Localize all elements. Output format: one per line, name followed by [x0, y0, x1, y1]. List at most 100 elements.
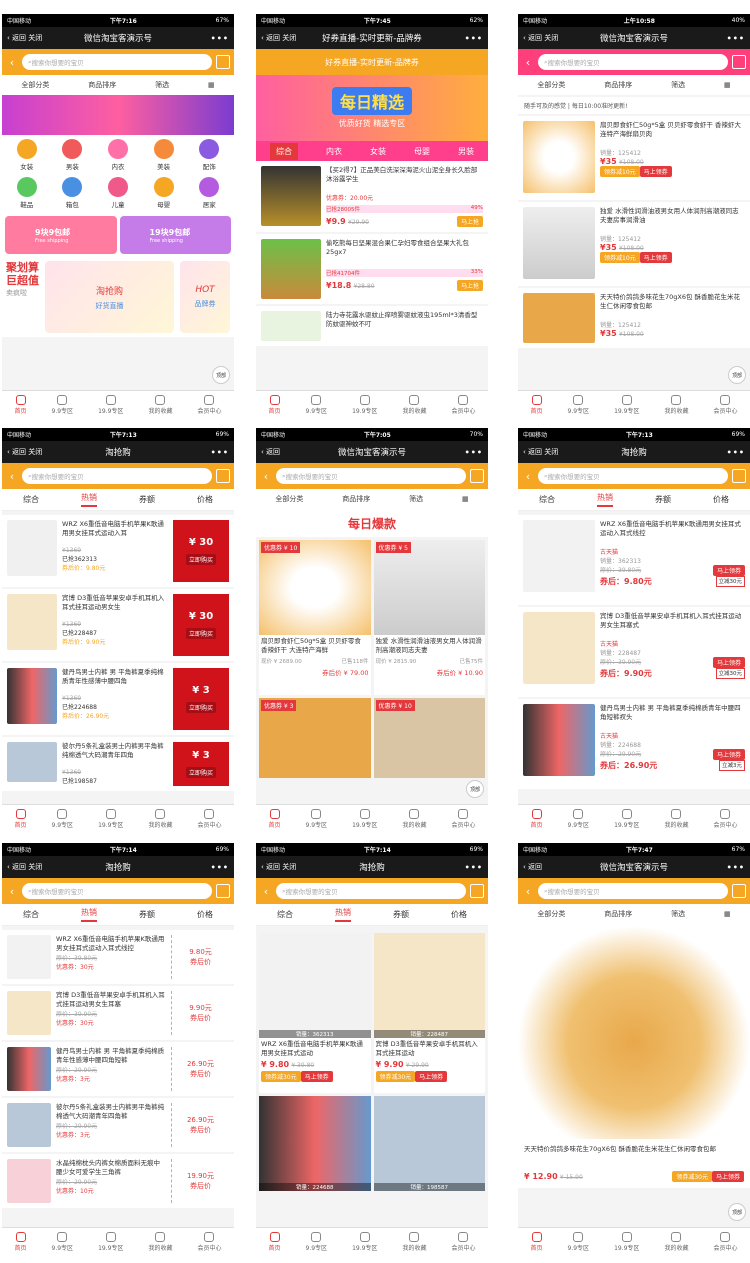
tab-all[interactable]: 综合	[23, 494, 39, 505]
banner[interactable]	[2, 95, 234, 135]
filter-screen[interactable]: 筛选	[671, 909, 685, 919]
category-item[interactable]: 配饰	[186, 139, 232, 171]
nav-19-9[interactable]: 19.9专区	[98, 1231, 123, 1252]
home-icon[interactable]	[732, 884, 746, 898]
close-button[interactable]: 关闭	[28, 34, 42, 42]
category-item[interactable]: 儿童	[95, 177, 141, 209]
home-icon[interactable]	[470, 884, 484, 898]
coupon-button[interactable]: 领券减30元	[375, 1071, 416, 1082]
category-item[interactable]: 女装	[4, 139, 50, 171]
home-icon[interactable]	[216, 884, 230, 898]
get-coupon-button[interactable]: 马上领券	[300, 1071, 333, 1082]
back-arrow-icon[interactable]: ‹	[522, 470, 534, 483]
product-card[interactable]: 销量：198587	[373, 1096, 485, 1191]
product-card[interactable]: 销量：228487 宾博 D3重低音苹果安卓手机耳机入耳式挂耳运动 ¥ 9.90 ¥…	[373, 933, 485, 1093]
product-card[interactable]: 销量：362313 WRZ X6重低音电脑手机苹果K歌通用男女挂耳式运动 ¥ 9.8…	[259, 933, 371, 1093]
search-input[interactable]: ⌕ 搜索你想要的宝贝	[538, 54, 728, 70]
home-icon[interactable]	[470, 469, 484, 483]
tab-price[interactable]: 价格	[713, 494, 729, 505]
search-input[interactable]: ⌕ 搜索你想要的宝贝	[538, 468, 728, 484]
nav-favorites[interactable]: 我的收藏	[402, 808, 426, 829]
product-card[interactable]: 优惠券 ¥ 10 扇贝即食虾仁50g*5盒 贝贝虾零食 香辣虾干 大连特产海鲜 现价…	[259, 540, 371, 695]
tab-women[interactable]: 女装	[370, 146, 386, 157]
nav-member[interactable]: 会员中心	[451, 1231, 475, 1252]
product-row[interactable]: WRZ X6重低音电脑手机苹果K歌通用男女挂耳式运动入耳 ¥1369 已抢36231…	[2, 515, 234, 587]
get-coupon-button[interactable]: 马上领券	[712, 565, 745, 576]
video-thumbnail[interactable]	[523, 121, 595, 193]
nav-19-9[interactable]: 19.9专区	[98, 808, 123, 829]
back-button[interactable]: ‹ 返回 关闭	[523, 33, 558, 43]
back-arrow-icon[interactable]: ‹	[522, 56, 534, 69]
tab-price[interactable]: 价格	[197, 494, 213, 505]
nav-19-9[interactable]: 19.9专区	[614, 808, 639, 829]
promo-9-9[interactable]: 9块9包邮 Free shipping	[5, 216, 117, 254]
back-button[interactable]: ‹ 返回 关闭	[7, 33, 42, 43]
more-menu-button[interactable]: •••	[211, 34, 229, 43]
nav-favorites[interactable]: 我的收藏	[664, 394, 688, 415]
filter-category[interactable]: 全部分类	[537, 909, 565, 919]
nav-home[interactable]: 首页	[269, 394, 281, 415]
nav-9-9[interactable]: 9.9专区	[306, 1231, 327, 1252]
tab-coupon[interactable]: 券额	[655, 494, 671, 505]
after-coupon-box[interactable]: 26.90元 券后价	[171, 1047, 229, 1091]
tab-hot[interactable]: 热销	[597, 492, 613, 507]
nav-9-9[interactable]: 9.9专区	[568, 808, 589, 829]
get-coupon-button[interactable]: 马上领券	[711, 1171, 744, 1182]
category-item[interactable]: 内衣	[95, 139, 141, 171]
filter-sort[interactable]: 商品排序	[604, 80, 632, 90]
nav-member[interactable]: 会员中心	[451, 394, 475, 415]
home-icon[interactable]	[732, 55, 746, 69]
product-row[interactable]: 宾博 D3重低音苹果安卓手机耳机入耳式挂耳运动男女生耳塞式 古天猫 销量：22848…	[518, 607, 750, 697]
tab-men[interactable]: 男装	[458, 146, 474, 157]
more-menu-button[interactable]: •••	[465, 448, 483, 457]
back-button[interactable]: ‹ 返回	[523, 862, 542, 872]
nav-9-9[interactable]: 9.9专区	[568, 1231, 589, 1252]
after-coupon-box[interactable]: 19.90元 券后价	[171, 1159, 229, 1203]
back-button[interactable]: ‹ 返回 关闭	[7, 862, 42, 872]
nav-19-9[interactable]: 19.9专区	[614, 394, 639, 415]
back-arrow-icon[interactable]: ‹	[6, 56, 18, 69]
grid-view-icon[interactable]: ▦	[462, 495, 469, 503]
tab-all[interactable]: 综合	[277, 909, 293, 920]
more-menu-button[interactable]: •••	[465, 863, 483, 872]
filter-screen[interactable]: 筛选	[671, 80, 685, 90]
nav-home[interactable]: 首页	[531, 394, 543, 415]
nav-favorites[interactable]: 我的收藏	[402, 394, 426, 415]
tab-coupon[interactable]: 券额	[139, 494, 155, 505]
nav-favorites[interactable]: 我的收藏	[664, 1231, 688, 1252]
buy-now-button[interactable]: 立即购买	[185, 702, 216, 713]
nav-19-9[interactable]: 19.9专区	[98, 394, 123, 415]
filter-category[interactable]: 全部分类	[21, 80, 49, 90]
category-item[interactable]: 箱包	[50, 177, 96, 209]
grab-button[interactable]: 马上抢	[456, 280, 483, 291]
back-button[interactable]: ‹ 返回 关闭	[7, 447, 42, 457]
product-row[interactable]: 健丹鸟男士内裤 男 平角裤夏季纯棉质青年性感薄中腰四角短裤 原价：29.90元 优惠…	[2, 1042, 234, 1096]
product-row[interactable]: 彼尔丹5条礼盒装男士内裤男平角裤纯棉透气大码潮青年四角 ¥1369 已抢198587…	[2, 737, 234, 791]
category-item[interactable]: 鞋品	[4, 177, 50, 209]
nav-home[interactable]: 首页	[531, 808, 543, 829]
home-icon[interactable]	[732, 469, 746, 483]
product-row[interactable]: 偷吃熊每日坚果混合果仁孕妇零食组合坚果大礼包25gx7 已抢41704件 33% ¥1…	[256, 234, 488, 304]
nav-9-9[interactable]: 9.9专区	[52, 808, 73, 829]
back-to-top-button[interactable]: 顶部	[728, 1203, 746, 1221]
tab-coupon[interactable]: 券额	[139, 909, 155, 920]
daily-picks-banner[interactable]: 每日精选 优质好货 精选专区	[256, 75, 488, 141]
product-row[interactable]: 健丹鸟男士内裤 男 平角裤夏季纯棉质青年性感薄中腰四角 ¥1369 已抢224688…	[2, 663, 234, 735]
nav-member[interactable]: 会员中心	[197, 394, 221, 415]
category-item[interactable]: 男装	[50, 139, 96, 171]
video-product-row[interactable]: 扇贝即食虾仁50g*5盒 贝贝虾零食虾干 香辣虾大连特产海鲜扇贝肉 销量：1254…	[518, 116, 750, 200]
get-coupon-button[interactable]: 马上领券	[639, 252, 672, 263]
nav-home[interactable]: 首页	[15, 808, 27, 829]
video-thumbnail[interactable]	[523, 207, 595, 279]
nav-member[interactable]: 会员中心	[197, 808, 221, 829]
get-coupon-button[interactable]: 马上领券	[415, 1071, 448, 1082]
grab-button[interactable]: 马上抢	[456, 216, 483, 227]
close-button[interactable]: 关闭	[28, 863, 42, 871]
product-row[interactable]: WRZ X6重低音电脑手机苹果K歌通用男女挂耳式运动入耳式线控 原价：39.80元…	[2, 930, 234, 984]
tab-price[interactable]: 价格	[197, 909, 213, 920]
search-input[interactable]: ⌕ 搜索你想要的宝贝	[22, 883, 212, 899]
product-row[interactable]: 宾博 D3重低音苹果安卓手机耳机入耳式挂耳运动男女生耳塞 原价：39.90元 优惠券…	[2, 986, 234, 1040]
nav-favorites[interactable]: 我的收藏	[148, 1231, 172, 1252]
nav-member[interactable]: 会员中心	[451, 808, 475, 829]
more-menu-button[interactable]: •••	[727, 34, 745, 43]
